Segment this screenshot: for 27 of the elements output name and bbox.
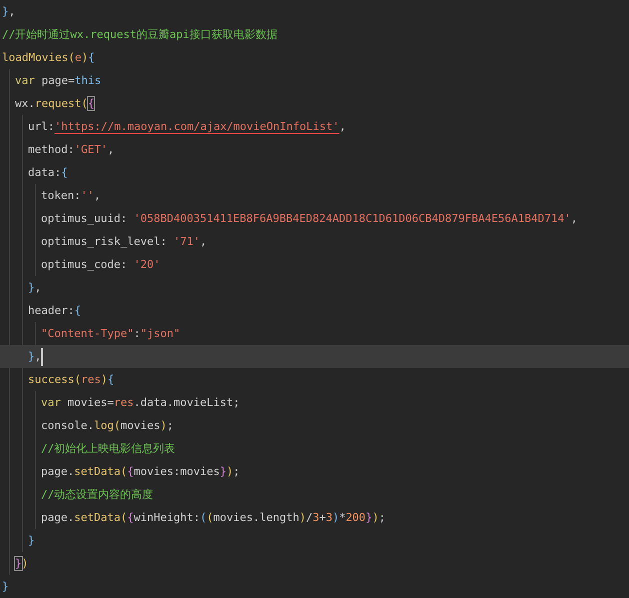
code-line: var page=this [15,73,102,89]
code-line: data:{ [28,165,68,181]
code-line: }, [28,280,42,296]
code-line: } [28,533,35,549]
code-line: //动态设置内容的高度 [41,487,154,503]
code-line: console.log(movies); [41,418,174,434]
code-line: }, [2,4,16,20]
code-line: var movies=res.data.movieList; [41,395,240,411]
code-line: //开始时通过wx.request的豆瓣api接口获取电影数据 [2,27,278,43]
code-line: optimus_uuid: '058BD400351411EB8F6A9BB4ED824ADD18C1D61D06CB4D879FBA4E56A1B4D714', [41,211,578,227]
code-line: optimus_risk_level: '71', [41,234,207,250]
code-line: wx.request({ [15,96,94,112]
code-line: url:'https://m.maoyan.com/ajax/movieOnInfoList', [28,119,346,135]
code-line: }, [28,349,42,365]
code-line: //初始化上映电影信息列表 [41,441,176,457]
code-line: } [2,579,9,595]
code-line: page.setData({movies:movies}); [41,464,240,480]
code-line: method:'GET', [28,142,114,158]
code-line: }) [15,556,28,572]
code-line: success(res){ [28,372,114,388]
code-line: "Content-Type":"json" [41,326,180,342]
code-line: page.setData({winHeight:((movies.length)/3+3)*200}); [41,510,386,526]
text-cursor [41,348,44,366]
code-line: optimus_code: '20' [41,257,160,273]
code-line: token:'', [41,188,101,204]
code-line: loadMovies(e){ [2,50,95,66]
code-line: header:{ [28,303,81,319]
